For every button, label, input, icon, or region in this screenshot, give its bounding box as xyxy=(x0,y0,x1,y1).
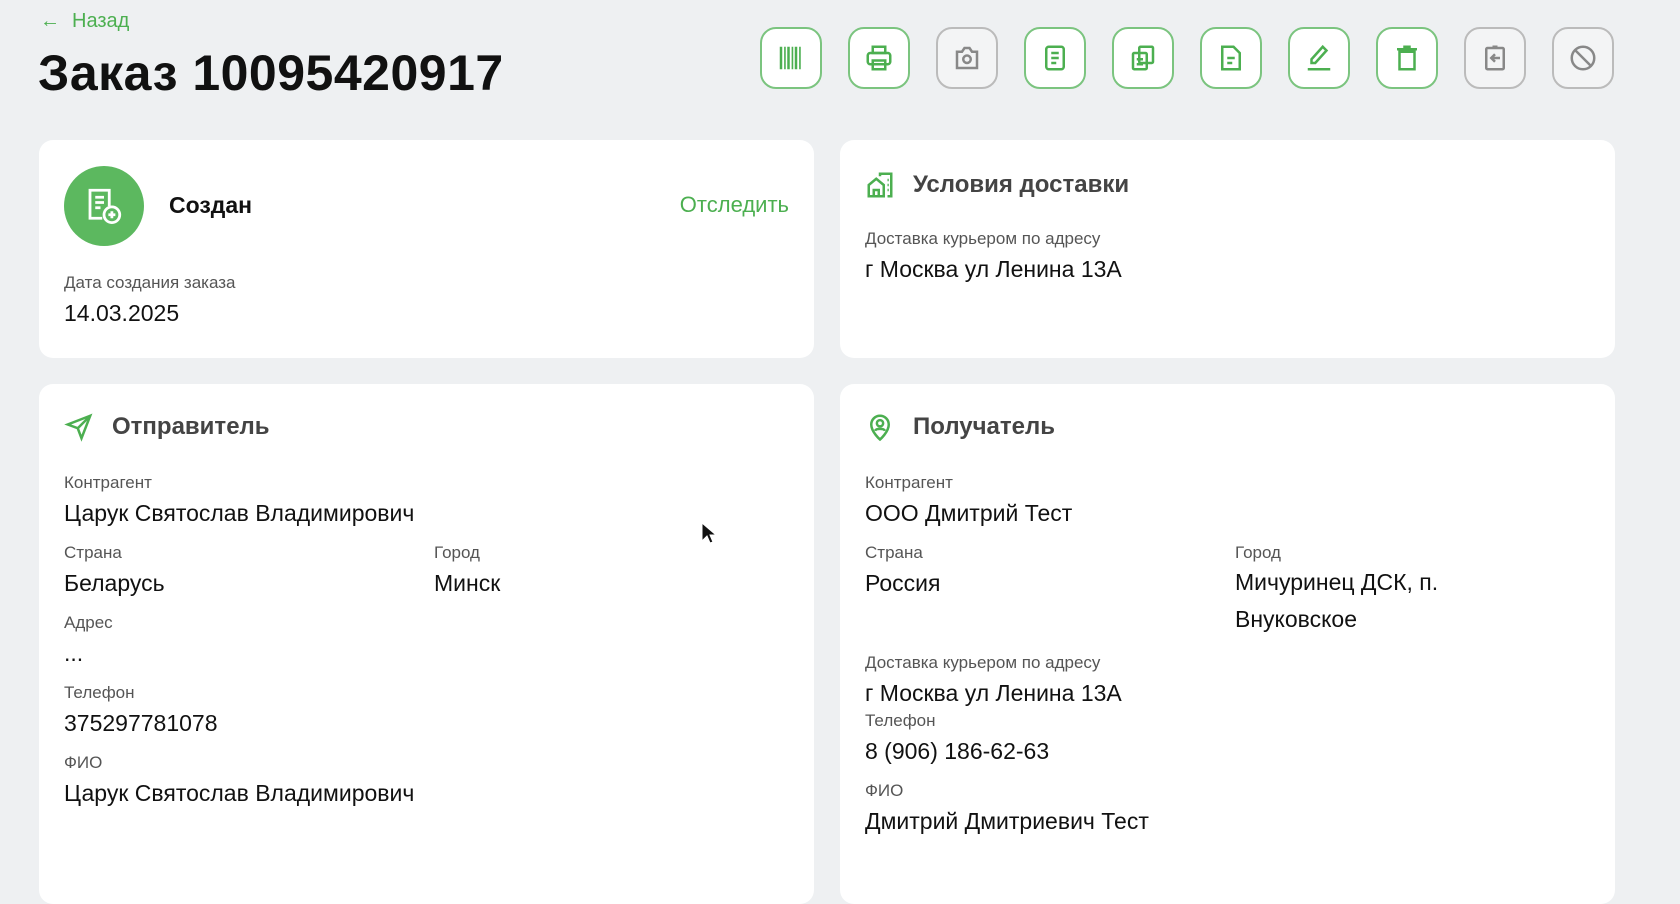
field-label: Телефон xyxy=(865,711,936,730)
sender-title: Отправитель xyxy=(112,413,270,440)
photo-button[interactable] xyxy=(936,27,998,89)
field-label: Контрагент xyxy=(64,473,152,492)
barcode-button[interactable] xyxy=(760,27,822,89)
recipient-phone: 8 (906) 186-62-63 xyxy=(865,738,1050,764)
recipient-title: Получатель xyxy=(913,413,1055,440)
page-title: Заказ 10095420917 xyxy=(38,45,504,101)
recipient-delivery-address: г Москва ул Ленина 13А xyxy=(865,680,1122,706)
back-link[interactable]: ← Назад xyxy=(40,10,129,33)
field-label: ФИО xyxy=(64,753,103,772)
document-add-icon xyxy=(88,188,122,225)
field-label: Контрагент xyxy=(865,473,953,492)
status-label: Создан xyxy=(169,192,253,218)
recipient-city: Мичуринец ДСК, п. Внуковское xyxy=(1235,569,1439,632)
sender-city: Минск xyxy=(434,570,501,596)
delivery-card: Условия доставки Доставка курьером по ад… xyxy=(840,140,1615,358)
mouse-cursor-icon xyxy=(701,522,717,544)
field-label: Город xyxy=(1235,543,1281,562)
send-icon xyxy=(64,413,93,442)
document-button[interactable] xyxy=(1024,27,1086,89)
date-value: 14.03.2025 xyxy=(64,300,180,326)
sender-phone: 375297781078 xyxy=(64,710,218,736)
back-label: Назад xyxy=(72,10,130,32)
file-button[interactable] xyxy=(1200,27,1262,89)
field-label: ФИО xyxy=(865,781,904,800)
document-icon xyxy=(1045,45,1065,71)
field-label: Страна xyxy=(865,543,923,562)
copy-button[interactable] xyxy=(1112,27,1174,89)
field-label: Страна xyxy=(64,543,122,562)
edit-button[interactable] xyxy=(1288,27,1350,89)
delete-button[interactable] xyxy=(1376,27,1438,89)
recipient-counterparty: ООО Дмитрий Тест xyxy=(865,500,1073,526)
track-link[interactable]: Отследить xyxy=(680,192,789,218)
copy-icon xyxy=(1131,45,1155,71)
field-label: Телефон xyxy=(64,683,135,702)
location-person-icon xyxy=(869,414,891,442)
barcode-icon xyxy=(779,46,801,70)
sender-counterparty: Царук Святослав Владимирович xyxy=(64,500,415,526)
arrow-left-icon: ← xyxy=(40,10,60,32)
return-button[interactable] xyxy=(1464,27,1526,89)
return-icon xyxy=(1485,45,1505,71)
field-label: Доставка курьером по адресу xyxy=(865,653,1101,672)
sender-address: ... xyxy=(64,640,84,666)
status-icon-circle xyxy=(64,166,144,246)
field-label: Адрес xyxy=(64,613,113,632)
field-label: Город xyxy=(434,543,480,562)
trash-icon xyxy=(1397,45,1417,71)
print-button[interactable] xyxy=(848,27,910,89)
toolbar xyxy=(760,27,1614,89)
date-label: Дата создания заказа xyxy=(64,273,236,292)
sender-card: Отправитель Контрагент Царук Святослав Вл… xyxy=(39,384,814,904)
status-card: Создан Отследить Дата создания заказа 14… xyxy=(39,140,814,358)
house-icon xyxy=(867,172,893,198)
cancel-icon xyxy=(1570,45,1596,71)
recipient-name: Дмитрий Дмитриевич Тест xyxy=(865,808,1149,834)
pencil-icon xyxy=(1307,44,1331,71)
cancel-button[interactable] xyxy=(1552,27,1614,89)
camera-icon xyxy=(955,46,979,70)
recipient-card: Получатель Контрагент ООО Дмитрий Тест Ст… xyxy=(840,384,1615,904)
sender-name: Царук Святослав Владимирович xyxy=(64,780,415,806)
file-icon xyxy=(1221,45,1241,71)
recipient-country: Россия xyxy=(865,570,941,596)
delivery-title: Условия доставки xyxy=(913,171,1130,198)
sender-country: Беларусь xyxy=(64,570,165,596)
delivery-address: г Москва ул Ленина 13А xyxy=(865,256,1122,282)
printer-icon xyxy=(866,45,892,71)
delivery-method-label: Доставка курьером по адресу xyxy=(865,229,1101,248)
